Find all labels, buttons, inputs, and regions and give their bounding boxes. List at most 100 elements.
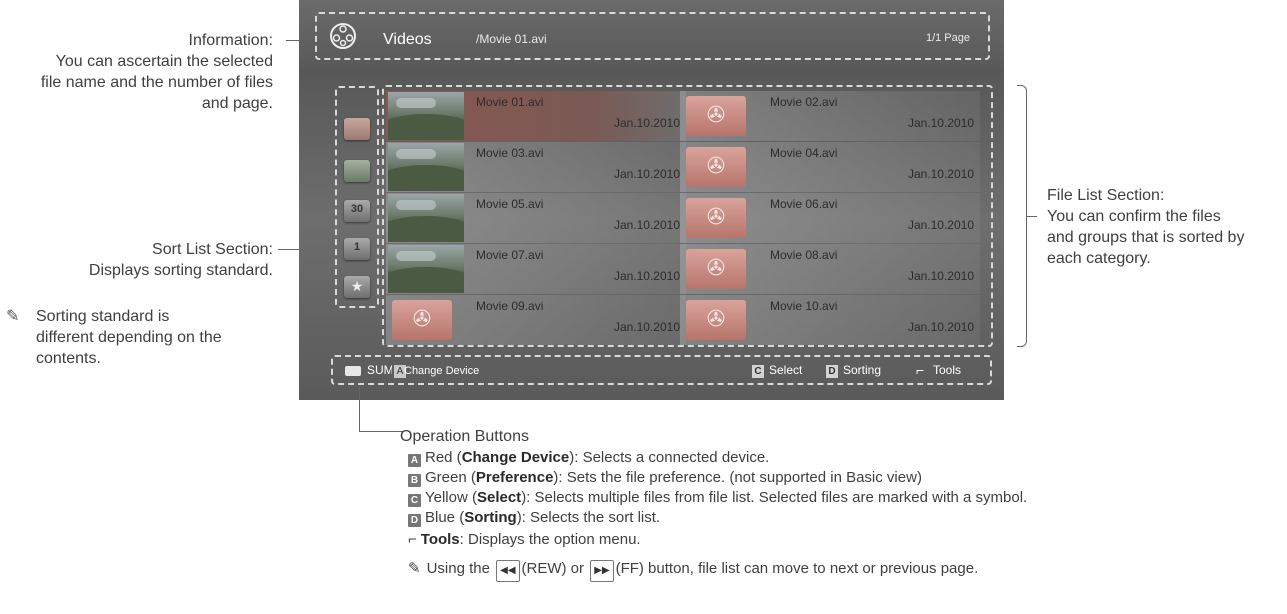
item-bold: Select xyxy=(476,489,522,506)
file-name: Movie 10.avi xyxy=(770,299,838,313)
information-line: You can ascertain the selected xyxy=(55,53,273,70)
item-bold: Sorting xyxy=(464,509,517,526)
file-date: Jan.10.2010 xyxy=(613,269,680,283)
star-icon[interactable]: ★ xyxy=(344,276,370,298)
image-icon[interactable] xyxy=(344,160,370,182)
sort-list-annotation: Sort List Section: Displays sorting stan… xyxy=(0,239,273,281)
file-date: Jan.10.2010 xyxy=(613,218,680,232)
file-list-leader xyxy=(1027,216,1037,217)
operation-leader-vertical xyxy=(359,387,360,431)
file-tile[interactable]: ✇ Movie 06.avi Jan.10.2010 xyxy=(680,193,980,243)
video-thumbnail xyxy=(388,143,464,191)
select-button[interactable]: Select xyxy=(769,363,802,377)
sort-list-heading: Sort List Section: xyxy=(152,241,273,258)
item-pre: Red ( xyxy=(425,449,462,466)
file-tile[interactable]: ✇ Movie 04.avi Jan.10.2010 xyxy=(680,142,980,192)
date-icon-text: 1 xyxy=(353,241,361,253)
information-line: file name and the number of files xyxy=(40,74,273,91)
color-key-icon: C xyxy=(408,494,421,507)
item-post: ): Selects the sort list. xyxy=(516,509,661,526)
tools-note: ⌐ Tools: Displays the option menu. xyxy=(408,530,1278,550)
date-icon[interactable]: 1 xyxy=(344,238,370,260)
operation-leader-horizontal xyxy=(359,431,403,432)
operation-item: B Green (Preference): Sets the file prefe… xyxy=(408,468,1278,488)
file-list: Movie 01.avi Jan.10.2010 ✇ Movie 02.avi Jan.… xyxy=(382,85,993,347)
tv-screen: Videos /Movie 01.avi 1/1 Page 30 1 ★ Mov… xyxy=(299,0,1004,400)
file-tile[interactable]: Movie 03.avi Jan.10.2010 xyxy=(386,142,686,192)
item-bold: Preference xyxy=(475,469,554,486)
operation-bar: SUM A Change Device C Select D Sorting ⌐… xyxy=(331,355,992,385)
film-reel-thumbnail-icon: ✇ xyxy=(686,147,746,187)
information-heading: Information: xyxy=(188,32,273,49)
film-reel-thumbnail-icon: ✇ xyxy=(686,198,746,238)
file-tile[interactable]: ✇ Movie 09.avi Jan.10.2010 xyxy=(386,295,686,345)
video-thumbnail xyxy=(388,245,464,293)
operation-item: D Blue (Sorting): Selects the sort list. xyxy=(408,508,1278,528)
tools-bold: Tools xyxy=(420,531,460,548)
file-list-bracket xyxy=(1017,85,1027,347)
file-name: Movie 09.avi xyxy=(476,299,544,313)
file-tile[interactable]: ✇ Movie 10.avi Jan.10.2010 xyxy=(680,295,980,345)
color-key-icon: A xyxy=(408,454,421,467)
yellow-c-key-icon: C xyxy=(752,365,764,378)
file-name: Movie 04.avi xyxy=(770,146,838,160)
app-title: Videos xyxy=(383,31,432,48)
file-name: Movie 02.avi xyxy=(770,95,838,109)
file-name: Movie 06.avi xyxy=(770,197,838,211)
sort-list: 30 1 ★ xyxy=(335,86,379,308)
sum-label: SUM xyxy=(367,363,394,377)
sort-note-line: contents. xyxy=(36,350,101,367)
file-tile[interactable]: Movie 05.avi Jan.10.2010 xyxy=(386,193,686,243)
file-tile[interactable]: ✇ Movie 02.avi Jan.10.2010 xyxy=(680,91,980,141)
file-name: Movie 05.avi xyxy=(476,197,544,211)
selected-file-name: /Movie 01.avi xyxy=(476,32,547,46)
file-tile[interactable]: ✇ Movie 08.avi Jan.10.2010 xyxy=(680,244,980,294)
note-post: (FF) button, file list can move to next … xyxy=(615,560,979,577)
operation-item: A Red (Change Device): Selects a connecte… xyxy=(408,448,1278,468)
rew-label: (REW) or xyxy=(521,560,585,577)
film-reel-thumbnail-icon: ✇ xyxy=(686,96,746,136)
film-reel-thumbnail-icon: ✇ xyxy=(686,249,746,289)
item-pre: Blue ( xyxy=(425,509,465,526)
file-name: Movie 03.avi xyxy=(476,146,544,160)
header-bar: Videos /Movie 01.avi 1/1 Page xyxy=(315,12,990,60)
file-tile[interactable]: Movie 01.avi Jan.10.2010 xyxy=(386,91,686,141)
color-key-icon: B xyxy=(408,474,421,487)
item-pre: Yellow ( xyxy=(425,489,477,506)
sort-note: Sorting standard is different depending … xyxy=(36,306,286,369)
sorting-button[interactable]: Sorting xyxy=(843,363,881,377)
sort-list-desc: Displays sorting standard. xyxy=(88,262,273,279)
information-annotation: Information: You can ascertain the selec… xyxy=(0,30,273,114)
item-post: ): Sets the file preference. (not suppor… xyxy=(553,469,922,486)
page-navigation-note: ✎ Using the ◀◀ (REW) or ▶▶ (FF) button, fil… xyxy=(408,559,1278,582)
sort-note-line: Sorting standard is xyxy=(36,308,170,325)
tools-icon: ⌐ xyxy=(408,531,417,548)
tools-text: : Displays the option menu. xyxy=(459,531,641,548)
file-list-line: each category. xyxy=(1047,250,1151,267)
page-indicator: 1/1 Page xyxy=(925,32,970,44)
information-line: and page. xyxy=(201,95,273,112)
file-date: Jan.10.2010 xyxy=(907,167,974,181)
change-device-button[interactable]: A Change Device xyxy=(392,363,522,381)
operation-buttons-title: Operation Buttons xyxy=(400,428,529,445)
file-name: Movie 08.avi xyxy=(770,248,838,262)
blue-d-key-icon: D xyxy=(826,365,838,378)
file-date: Jan.10.2010 xyxy=(907,269,974,283)
calendar-icon[interactable]: 30 xyxy=(344,200,370,222)
tools-button[interactable]: Tools xyxy=(933,363,961,377)
file-date: Jan.10.2010 xyxy=(613,167,680,181)
ff-button-icon: ▶▶ xyxy=(590,560,614,582)
file-date: Jan.10.2010 xyxy=(907,218,974,232)
tools-icon: ⌐ xyxy=(916,362,925,378)
item-pre: Green ( xyxy=(425,469,476,486)
film-reel-icon xyxy=(330,23,356,49)
video-thumbnail xyxy=(388,92,464,140)
sort-note-line: different depending on the xyxy=(36,329,222,346)
file-tile[interactable]: Movie 07.avi Jan.10.2010 xyxy=(386,244,686,294)
folder-icon[interactable] xyxy=(344,118,370,140)
file-list-line: and groups that is sorted by xyxy=(1047,229,1245,246)
file-name: Movie 07.avi xyxy=(476,248,544,262)
file-date: Jan.10.2010 xyxy=(907,116,974,130)
note-pre: Using the xyxy=(426,560,490,577)
file-date: Jan.10.2010 xyxy=(613,116,680,130)
